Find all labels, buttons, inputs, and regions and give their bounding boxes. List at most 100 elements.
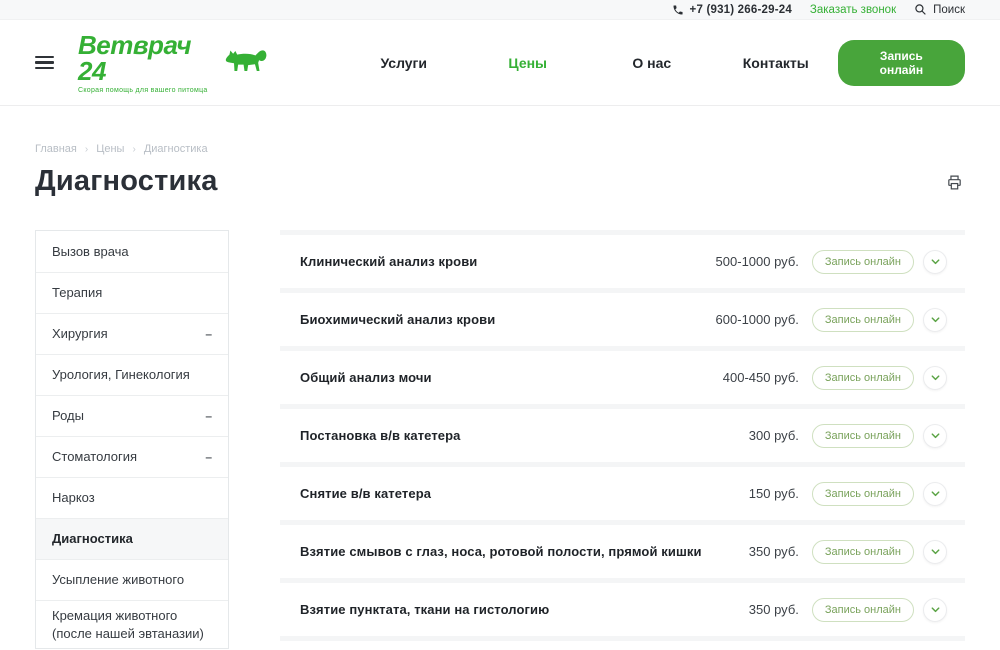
expand-row-button[interactable] xyxy=(923,540,947,564)
phone-number: +7 (931) 266-29-24 xyxy=(690,4,792,16)
expand-row-button[interactable] xyxy=(923,366,947,390)
content: Вызов врача Терапия Хирургия – Урология, Гин… xyxy=(0,230,1000,650)
printer-icon xyxy=(946,174,963,191)
topbar: +7 (931) 266-29-24 Заказать звонок Поиск xyxy=(0,0,1000,20)
logo-title: Ветврач 24 xyxy=(78,32,218,84)
price-row-partial xyxy=(280,636,965,650)
price-value: 400-450 руб. xyxy=(723,370,799,385)
header: Ветврач 24 Скорая помощь для вашего пито… xyxy=(0,20,1000,106)
chevron-down-icon xyxy=(930,314,941,325)
breadcrumb-item: Диагностика xyxy=(144,143,208,155)
price-row: Взятие пунктата, ткани на гистологию 350 … xyxy=(280,578,965,636)
sidebar-item-label: Вызов врача xyxy=(52,243,129,261)
sidebar-item-rody[interactable]: Роды – xyxy=(36,395,228,436)
sidebar-item-label: Терапия xyxy=(52,284,102,302)
sidebar-item-label: Диагностика xyxy=(52,530,133,548)
price-row: Снятие в/в катетера 150 руб. Запись онлайн xyxy=(280,462,965,520)
logo-tagline: Скорая помощь для вашего питомца xyxy=(78,87,218,94)
chevron-down-icon xyxy=(930,256,941,267)
sidebar-item-khirurgiya[interactable]: Хирургия – xyxy=(36,313,228,354)
search-icon xyxy=(914,3,927,16)
row-book-online-button[interactable]: Запись онлайн xyxy=(812,598,914,622)
breadcrumb-separator: › xyxy=(132,144,135,155)
search-label: Поиск xyxy=(933,4,965,16)
sidebar-item-krematsiya-zhivotnogo[interactable]: Кремация животного (после нашей эвтанази… xyxy=(36,600,228,648)
chevron-down-icon xyxy=(930,546,941,557)
callback-link[interactable]: Заказать звонок xyxy=(810,4,896,16)
breadcrumb-item[interactable]: Главная xyxy=(35,143,77,155)
expand-row-button[interactable] xyxy=(923,250,947,274)
submenu-collapse-icon: – xyxy=(205,449,212,465)
price-list: Клинический анализ крови 500-1000 руб. Зап… xyxy=(280,230,965,650)
phone-link[interactable]: +7 (931) 266-29-24 xyxy=(672,4,792,16)
sidebar-item-label: Роды xyxy=(52,407,84,425)
row-book-online-button[interactable]: Запись онлайн xyxy=(812,308,914,332)
sidebar-item-label: Урология, Гинекология xyxy=(52,366,190,384)
sidebar-item-label: Кремация животного (после нашей эвтанази… xyxy=(52,607,212,642)
row-book-online-button[interactable]: Запись онлайн xyxy=(812,540,914,564)
book-online-button[interactable]: Запись онлайн xyxy=(838,40,965,86)
sidebar: Вызов врача Терапия Хирургия – Урология, Гин… xyxy=(35,230,229,649)
chevron-down-icon xyxy=(930,430,941,441)
service-name: Биохимический анализ крови xyxy=(300,312,495,327)
search-link[interactable]: Поиск xyxy=(914,3,965,16)
sidebar-item-label: Усыпление животного xyxy=(52,571,184,589)
price-row: Биохимический анализ крови 600-1000 руб. З… xyxy=(280,288,965,346)
sidebar-item-label: Наркоз xyxy=(52,489,95,507)
service-name: Клинический анализ крови xyxy=(300,254,477,269)
submenu-collapse-icon: – xyxy=(205,408,212,424)
main-nav: УслугиЦеныО насКонтакты xyxy=(342,55,838,71)
price-value: 350 руб. xyxy=(749,544,799,559)
submenu-collapse-icon: – xyxy=(205,326,212,342)
breadcrumb: Главная › Цены › Диагностика xyxy=(0,106,1000,155)
nav-item-uslugi[interactable]: Услуги xyxy=(342,55,466,71)
chevron-down-icon xyxy=(930,488,941,499)
row-book-online-button[interactable]: Запись онлайн xyxy=(812,366,914,390)
chevron-down-icon xyxy=(930,604,941,615)
sidebar-item-usyplenie-zhivotnogo[interactable]: Усыпление животного xyxy=(36,559,228,600)
sidebar-item-diagnostika[interactable]: Диагностика xyxy=(36,518,228,559)
dog-logo-icon xyxy=(224,44,270,78)
chevron-down-icon xyxy=(930,372,941,383)
row-book-online-button[interactable]: Запись онлайн xyxy=(812,250,914,274)
price-value: 350 руб. xyxy=(749,602,799,617)
service-name: Постановка в/в катетера xyxy=(300,428,461,443)
sidebar-item-vyzov-vracha[interactable]: Вызов врача xyxy=(36,231,228,272)
price-row: Клинический анализ крови 500-1000 руб. Зап… xyxy=(280,230,965,288)
expand-row-button[interactable] xyxy=(923,598,947,622)
nav-item-kontakty[interactable]: Контакты xyxy=(714,55,838,71)
service-name: Взятие пунктата, ткани на гистологию xyxy=(300,602,549,617)
service-name: Взятие смывов с глаз, носа, ротовой поло… xyxy=(300,544,702,559)
price-value: 150 руб. xyxy=(749,486,799,501)
price-row: Взятие смывов с глаз, носа, ротовой поло… xyxy=(280,520,965,578)
breadcrumb-item[interactable]: Цены xyxy=(96,143,124,155)
price-row: Общий анализ мочи 400-450 руб. Запись онла… xyxy=(280,346,965,404)
hamburger-menu-icon[interactable] xyxy=(35,56,54,69)
row-book-online-button[interactable]: Запись онлайн xyxy=(812,424,914,448)
expand-row-button[interactable] xyxy=(923,424,947,448)
sidebar-item-label: Хирургия xyxy=(52,325,108,343)
service-name: Общий анализ мочи xyxy=(300,370,432,385)
price-value: 300 руб. xyxy=(749,428,799,443)
sidebar-item-label: Стоматология xyxy=(52,448,137,466)
sidebar-item-stomatologiya[interactable]: Стоматология – xyxy=(36,436,228,477)
phone-icon xyxy=(672,4,684,16)
print-button[interactable] xyxy=(944,172,965,196)
row-book-online-button[interactable]: Запись онлайн xyxy=(812,482,914,506)
price-value: 500-1000 руб. xyxy=(716,254,799,269)
title-row: Диагностика xyxy=(0,155,1000,198)
expand-row-button[interactable] xyxy=(923,308,947,332)
sidebar-item-urologiya-ginekologiya[interactable]: Урология, Гинекология xyxy=(36,354,228,395)
expand-row-button[interactable] xyxy=(923,482,947,506)
logo[interactable]: Ветврач 24 Скорая помощь для вашего пито… xyxy=(78,32,270,94)
price-row: Постановка в/в катетера 300 руб. Запись он… xyxy=(280,404,965,462)
nav-item-o-nas[interactable]: О нас xyxy=(590,55,714,71)
service-name: Снятие в/в катетера xyxy=(300,486,431,501)
price-value: 600-1000 руб. xyxy=(716,312,799,327)
breadcrumb-separator: › xyxy=(85,144,88,155)
nav-item-tseny[interactable]: Цены xyxy=(466,55,590,71)
page-title: Диагностика xyxy=(35,165,218,198)
topbar-right: +7 (931) 266-29-24 Заказать звонок Поиск xyxy=(672,3,965,16)
sidebar-item-narkoz[interactable]: Наркоз xyxy=(36,477,228,518)
sidebar-item-terapiya[interactable]: Терапия xyxy=(36,272,228,313)
